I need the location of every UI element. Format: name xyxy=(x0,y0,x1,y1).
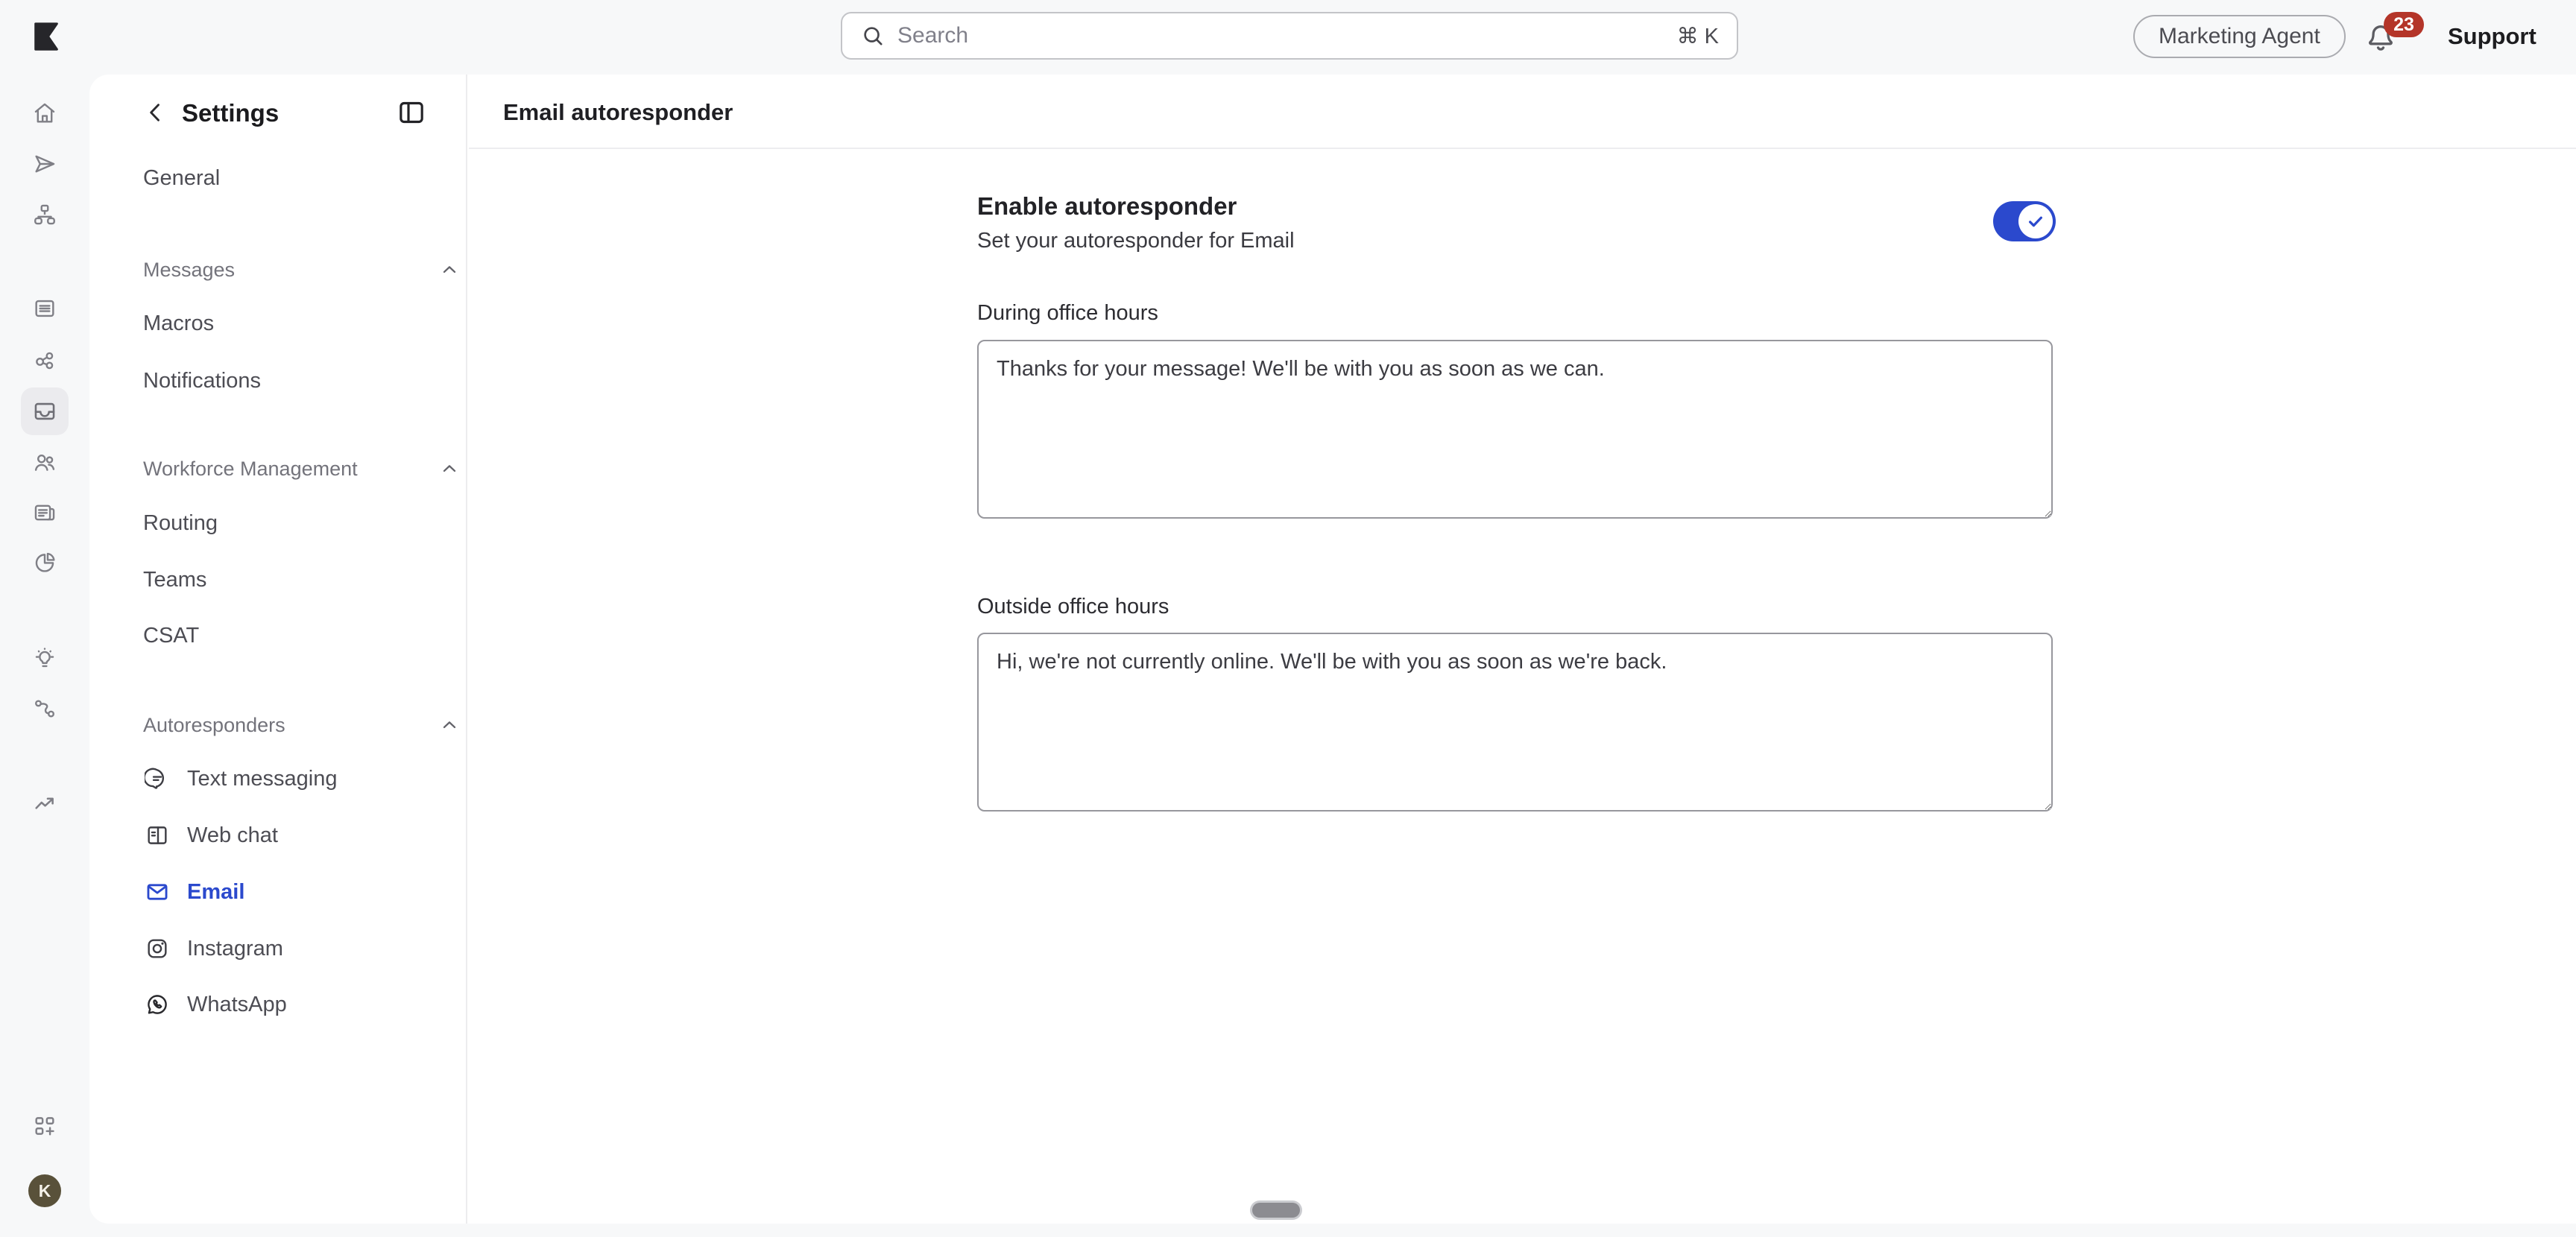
inbox-icon[interactable] xyxy=(32,399,57,424)
sidebar-item-csat[interactable]: CSAT xyxy=(143,620,443,651)
route-icon[interactable] xyxy=(32,696,57,721)
settings-sidebar: Settings General Messages Macros Notific… xyxy=(89,75,467,1224)
sidebar-item-text-messaging[interactable]: Text messaging xyxy=(145,762,443,795)
users-icon[interactable] xyxy=(32,449,57,475)
notification-count-badge: 23 xyxy=(2384,12,2424,37)
send-icon[interactable] xyxy=(32,151,57,177)
search-input[interactable] xyxy=(897,23,1665,48)
main-header: Email autoresponder xyxy=(469,75,2576,149)
home-icon[interactable] xyxy=(32,101,57,126)
email-icon xyxy=(145,879,170,905)
search-icon xyxy=(860,23,886,48)
toggle-knob xyxy=(2018,204,2053,238)
page-title: Email autoresponder xyxy=(503,99,733,126)
apps-add-icon[interactable] xyxy=(32,1113,57,1139)
trend-up-icon[interactable] xyxy=(32,791,57,816)
sidebar-item-routing[interactable]: Routing xyxy=(143,507,443,539)
news-icon[interactable] xyxy=(32,500,57,525)
settings-title: Settings xyxy=(182,99,279,127)
enable-autoresponder-toggle[interactable] xyxy=(1993,201,2056,241)
global-search: ⌘ K xyxy=(841,12,1738,60)
enable-autoresponder-description: Set your autoresponder for Email xyxy=(977,229,1295,253)
sidebar-item-instagram[interactable]: Instagram xyxy=(145,932,443,965)
agent-role-button[interactable]: Marketing Agent xyxy=(2133,15,2346,58)
chevron-up-icon xyxy=(439,259,460,280)
sidebar-item-teams[interactable]: Teams xyxy=(143,564,443,595)
pie-chart-icon[interactable] xyxy=(32,550,57,575)
chat-bubble-icon xyxy=(145,766,170,791)
check-icon xyxy=(2023,209,2048,234)
collapse-sidebar-icon[interactable] xyxy=(397,98,426,127)
sidebar-item-web-chat[interactable]: Web chat xyxy=(145,819,443,852)
search-shortcut: ⌘ K xyxy=(1677,23,1719,49)
chevron-up-icon xyxy=(439,458,460,479)
enable-autoresponder-heading: Enable autoresponder xyxy=(977,192,1237,221)
during-office-hours-label: During office hours xyxy=(977,301,1158,326)
app-logo-icon[interactable] xyxy=(30,19,64,54)
content-panel: Settings General Messages Macros Notific… xyxy=(89,75,2576,1224)
main-content: Email autoresponder Enable autoresponder… xyxy=(469,75,2576,1224)
outside-office-hours-textarea[interactable]: Hi, we're not currently online. We'll be… xyxy=(977,633,2053,812)
user-avatar[interactable]: K xyxy=(28,1174,61,1207)
whatsapp-icon xyxy=(145,992,170,1017)
sidebar-section-autoresponders[interactable]: Autoresponders xyxy=(143,711,443,739)
sidebar-section-messages[interactable]: Messages xyxy=(143,256,443,284)
instagram-icon xyxy=(145,936,170,961)
sidebar-item-general[interactable]: General xyxy=(143,162,443,194)
sidebar-item-whatsapp[interactable]: WhatsApp xyxy=(145,988,443,1021)
lightbulb-icon[interactable] xyxy=(32,645,57,671)
back-button[interactable] xyxy=(142,98,170,127)
sidebar-item-email[interactable]: Email xyxy=(145,876,443,908)
share-nodes-icon[interactable] xyxy=(32,348,57,373)
outside-office-hours-label: Outside office hours xyxy=(977,595,1169,619)
sidebar-section-workforce-management[interactable]: Workforce Management xyxy=(143,455,443,483)
chevron-up-icon xyxy=(439,715,460,735)
document-icon[interactable] xyxy=(32,296,57,321)
webchat-icon xyxy=(145,823,170,848)
support-link[interactable]: Support xyxy=(2448,23,2536,50)
during-office-hours-textarea[interactable]: Thanks for your message! We'll be with y… xyxy=(977,340,2053,519)
sitemap-icon[interactable] xyxy=(32,202,57,227)
sidebar-item-macros[interactable]: Macros xyxy=(143,308,443,339)
horizontal-scrollbar-thumb[interactable] xyxy=(1252,1203,1300,1218)
sidebar-item-notifications[interactable]: Notifications xyxy=(143,365,443,396)
app-root: ⌘ K Marketing Agent 23 Support xyxy=(0,0,2576,1237)
